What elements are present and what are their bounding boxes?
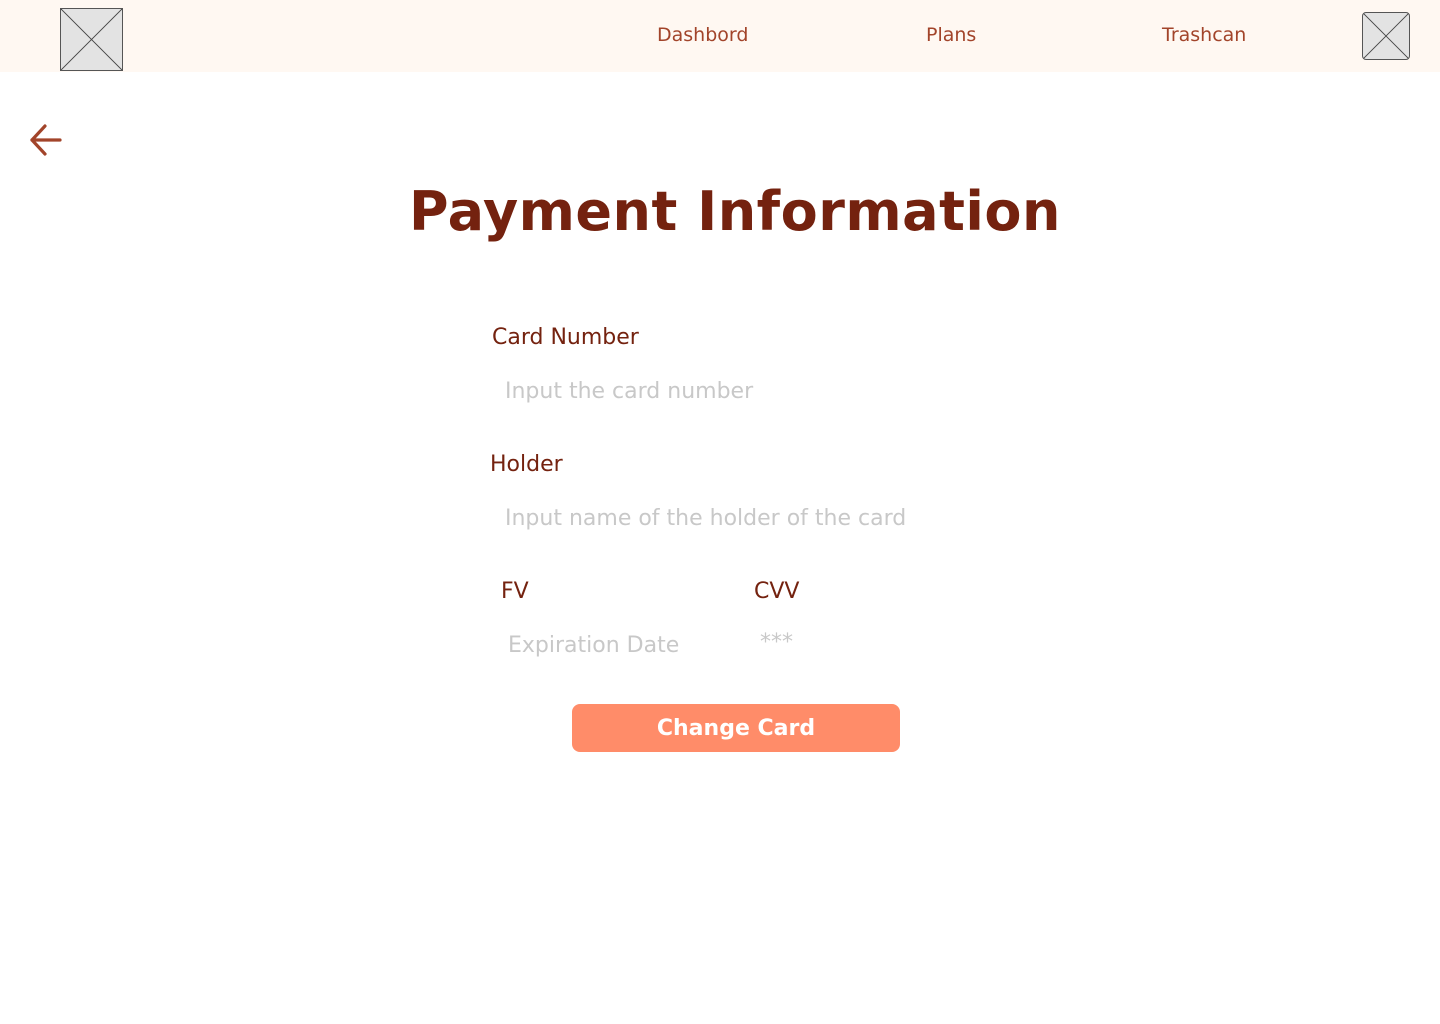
- arrow-left-icon: [30, 124, 62, 156]
- card-number-input[interactable]: [505, 374, 1025, 408]
- card-number-label: Card Number: [492, 325, 639, 350]
- expiration-date-input[interactable]: [508, 628, 728, 662]
- nav-link-plans[interactable]: Plans: [926, 24, 976, 46]
- page-title: Payment Information: [409, 180, 1061, 243]
- cvv-label: CVV: [754, 579, 800, 604]
- expiration-label: FV: [501, 579, 529, 604]
- nav-link-dashboard[interactable]: Dashbord: [657, 24, 748, 46]
- nav-link-trashcan[interactable]: Trashcan: [1162, 24, 1246, 46]
- holder-input[interactable]: [505, 501, 1025, 535]
- avatar-image-placeholder-icon[interactable]: [1362, 12, 1410, 60]
- holder-label: Holder: [490, 452, 563, 477]
- top-navbar: Dashbord Plans Trashcan: [0, 0, 1440, 72]
- logo-image-placeholder-icon[interactable]: [60, 8, 123, 71]
- change-card-button[interactable]: Change Card: [572, 704, 900, 752]
- cvv-input[interactable]: [760, 625, 880, 659]
- back-button[interactable]: [28, 122, 64, 158]
